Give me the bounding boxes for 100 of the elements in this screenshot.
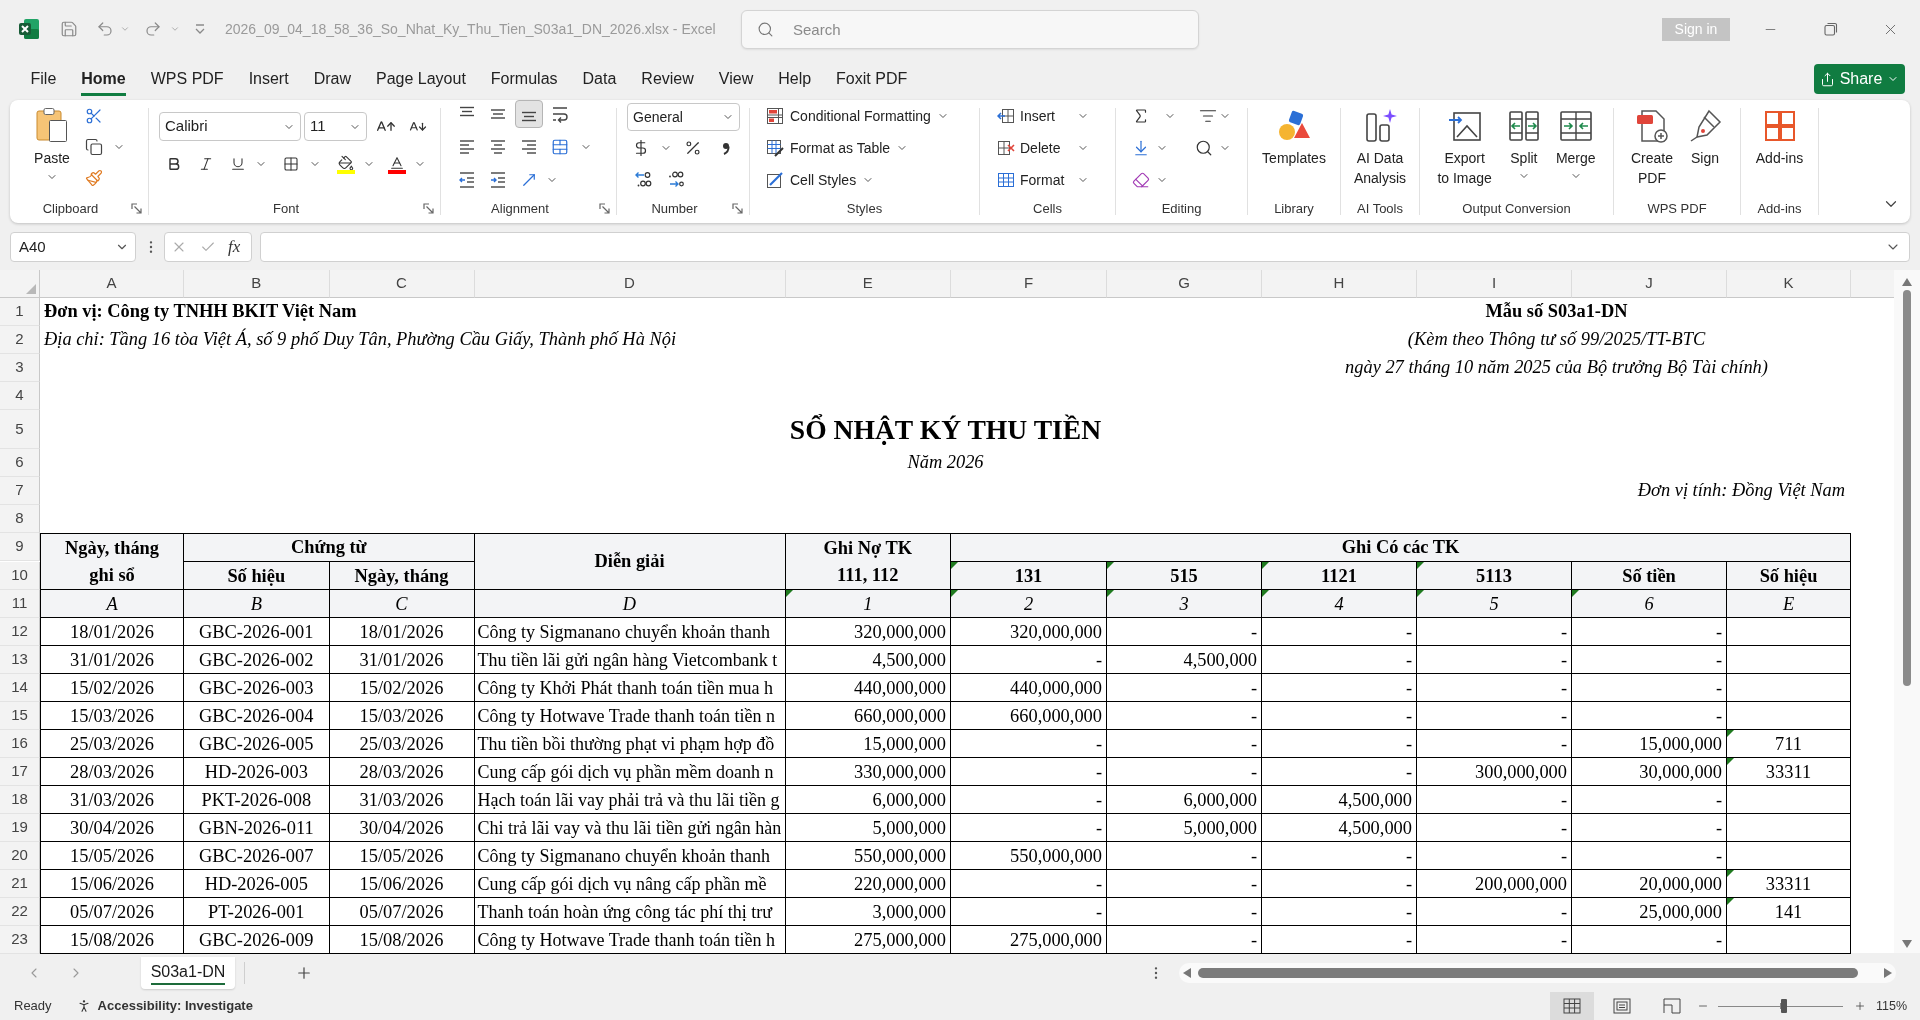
ribbon-tab[interactable]: File [18,59,69,99]
row-number[interactable]: 13 [0,646,40,674]
undo-icon[interactable] [96,20,114,38]
row-number[interactable]: 20 [0,842,40,870]
vertical-scrollbar[interactable] [1894,270,1920,953]
align-left-icon[interactable] [458,138,476,156]
row-number[interactable]: 8 [0,505,40,533]
templates-button[interactable]: Templates [1258,108,1330,168]
ribbon-tab[interactable]: Draw [301,59,364,99]
row-number[interactable]: 16 [0,730,40,758]
row-number[interactable]: 1 [0,298,40,326]
bold-icon[interactable] [166,156,182,172]
row-number[interactable]: 23 [0,926,40,954]
name-box[interactable]: A40 [10,232,136,262]
fill-color-icon[interactable] [337,154,355,174]
scroll-left-icon[interactable] [1183,967,1191,978]
format-button[interactable]: Format [997,168,1089,192]
fill-down-icon[interactable] [1132,139,1150,157]
row-number[interactable]: 10 [0,562,40,590]
format-as-table-button[interactable]: Format as Table [766,136,909,160]
filter-icon[interactable] [1199,107,1217,125]
column-header[interactable]: A [40,270,184,298]
row-number[interactable]: 5 [0,410,40,449]
ribbon-tab[interactable]: Formulas [478,59,571,99]
font-name-box[interactable]: Calibri [159,112,301,141]
sign-button[interactable]: Sign [1683,108,1727,188]
row-number[interactable]: 3 [0,354,40,382]
italic-icon[interactable] [198,156,214,172]
number-format-box[interactable]: General [627,103,740,131]
ribbon-tab[interactable]: Review [628,59,707,99]
row-number[interactable]: 12 [0,618,40,646]
ai-data-analysis-button[interactable]: AI Data Analysis [1349,108,1411,188]
redo-icon[interactable] [144,20,162,38]
row-number[interactable]: 22 [0,898,40,926]
delete-button[interactable]: Delete [997,136,1089,160]
increase-indent-icon[interactable] [489,171,507,189]
row-number[interactable]: 14 [0,674,40,702]
dialog-launcher-icon[interactable] [131,203,142,214]
eraser-icon[interactable] [1132,171,1150,189]
find-icon[interactable] [1195,139,1213,157]
ribbon-tab[interactable]: Help [765,59,824,99]
decrease-decimal-icon[interactable] [666,170,684,188]
paste-button[interactable]: Paste [28,104,76,190]
row-number[interactable]: 9 [0,533,40,561]
add-ins-button[interactable]: Add-ins [1751,108,1808,168]
borders-icon[interactable] [283,156,299,172]
scroll-down-icon[interactable] [1902,940,1912,948]
column-header[interactable]: G [1107,270,1262,298]
copy-icon[interactable] [85,138,103,156]
dialog-launcher-icon[interactable] [732,203,743,214]
column-header[interactable]: F [951,270,1107,298]
create-pdf-button[interactable]: Create PDF [1627,108,1677,188]
zoom-in-icon[interactable] [1854,1000,1866,1012]
row-number[interactable]: 7 [0,477,40,505]
vertical-align-button[interactable] [515,100,543,128]
insert-function-button[interactable]: fx [228,234,241,260]
ribbon-tab[interactable]: View [706,59,766,99]
ribbon-tab[interactable]: Data [570,59,629,99]
row-number[interactable]: 2 [0,326,40,354]
scrollbar-thumb[interactable] [1903,290,1911,686]
insert-button[interactable]: Insert [997,104,1089,128]
merge-cells-icon[interactable] [551,138,569,156]
sheet-tab[interactable]: S03a1-DN [141,956,235,989]
split-button[interactable]: Split [1501,108,1546,188]
decrease-indent-icon[interactable] [458,171,476,189]
row-number[interactable]: 19 [0,814,40,842]
paintbrush-icon[interactable] [85,169,103,187]
column-header[interactable]: K [1727,270,1851,298]
ribbon-tab[interactable]: WPS PDF [138,59,237,99]
zoom-level[interactable]: 115% [1876,996,1908,1016]
row-number[interactable]: 15 [0,702,40,730]
slider-thumb[interactable] [1781,999,1788,1013]
share-button[interactable]: Share [1814,64,1905,94]
font-color-icon[interactable] [388,154,406,174]
scroll-up-icon[interactable] [1902,278,1912,286]
row-number[interactable]: 21 [0,870,40,898]
column-header[interactable]: I [1417,270,1572,298]
save-icon[interactable] [60,20,78,38]
increase-decimal-icon[interactable] [634,170,652,188]
export-to-image-button[interactable]: Export to Image [1433,108,1496,188]
column-header[interactable]: H [1262,270,1417,298]
font-size-box[interactable]: 11 [304,112,367,141]
restore-icon[interactable] [1824,22,1838,36]
percent-icon[interactable] [684,139,702,157]
scrollbar-thumb[interactable] [1198,967,1858,978]
row-number[interactable]: 6 [0,449,40,477]
cell-styles-button[interactable]: Cell Styles [766,168,875,192]
column-header[interactable]: J [1572,270,1727,298]
scroll-right-icon[interactable] [1884,967,1892,978]
dialog-launcher-icon[interactable] [599,203,610,214]
merge-button[interactable]: Merge [1551,108,1600,188]
column-header[interactable]: E [785,270,951,298]
ribbon-tab[interactable]: Page Layout [363,59,479,99]
view-button[interactable] [1550,992,1594,1020]
horizontal-scrollbar[interactable] [1179,962,1896,983]
ribbon-tab[interactable]: Home [68,59,139,99]
column-header[interactable]: D [474,270,786,298]
row-number[interactable]: 11 [0,590,40,618]
search-field[interactable]: Search [741,9,1199,49]
diagonal-arrow-icon[interactable] [520,171,538,189]
